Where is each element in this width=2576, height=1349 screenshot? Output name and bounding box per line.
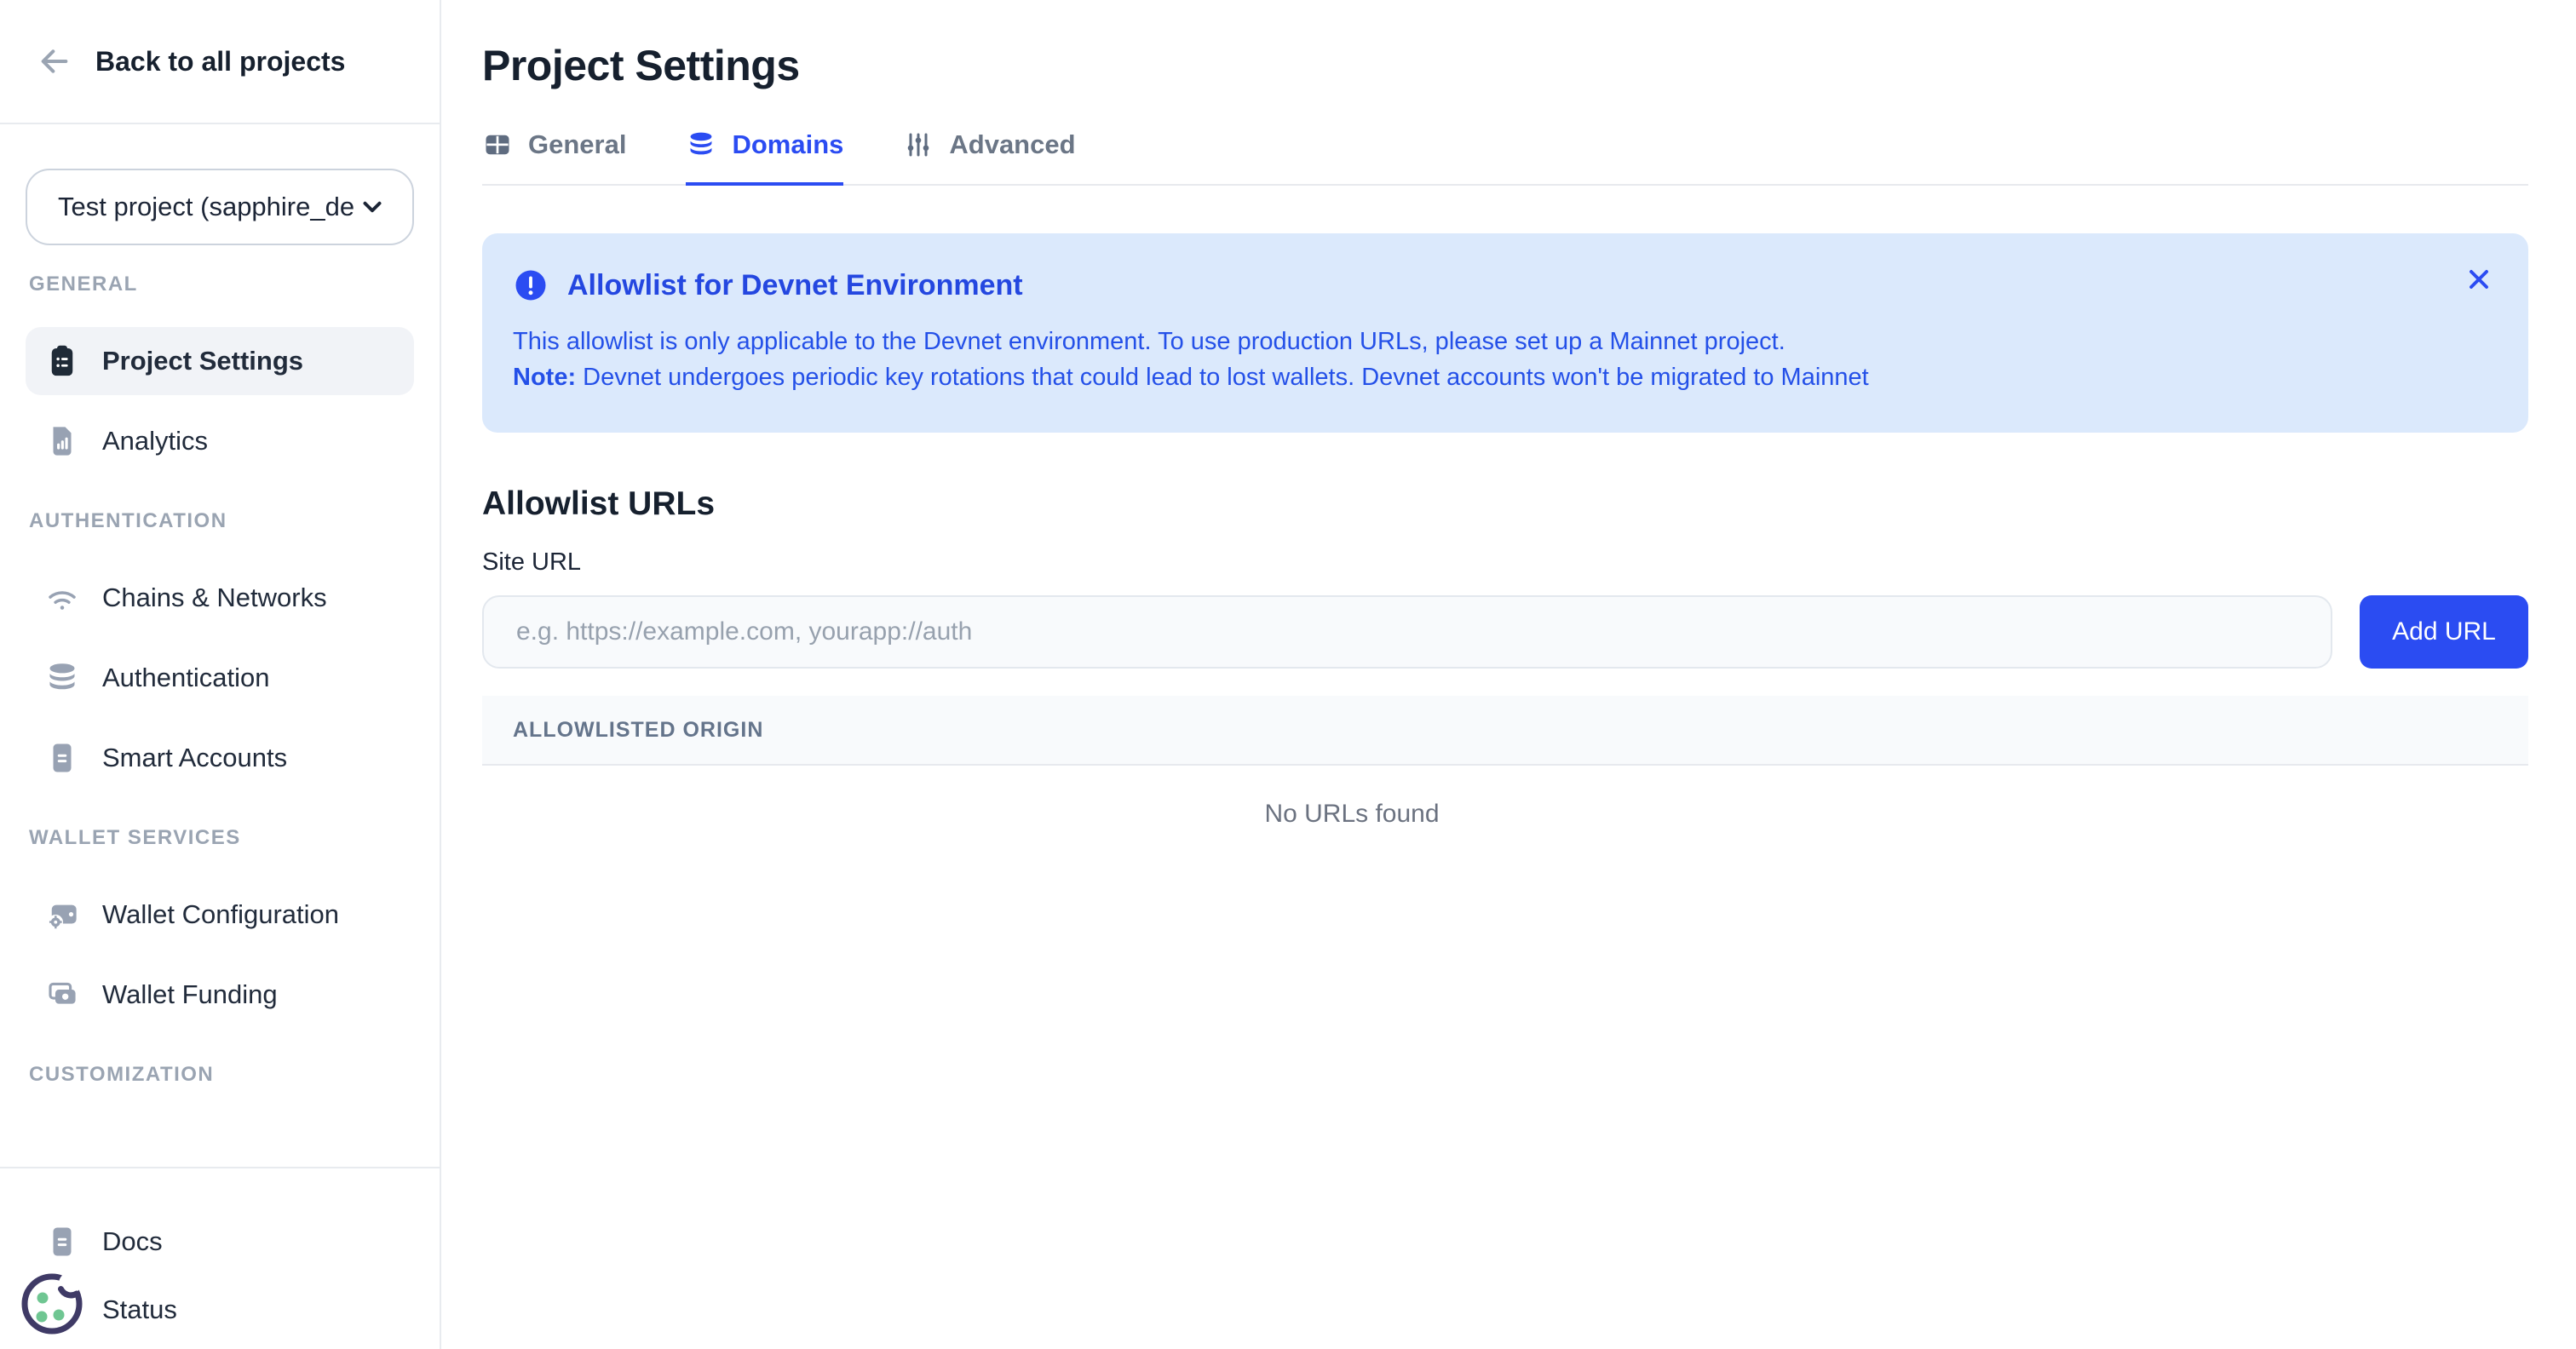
nav-section-authentication: AUTHENTICATION (26, 509, 414, 533)
banner-body: This allowlist is only applicable to the… (513, 324, 2498, 395)
sidebar-item-label: Smart Accounts (102, 743, 287, 773)
chevron-down-icon (358, 192, 387, 221)
sidebar-item-project-settings[interactable]: Project Settings (26, 327, 414, 395)
main-content: Project Settings General Domains Advance… (441, 0, 2576, 1349)
url-input-row: Add URL (482, 595, 2528, 669)
sidebar-item-branding[interactable]: Branding (26, 1117, 414, 1127)
allowlist-urls-heading: Allowlist URLs (482, 485, 2528, 523)
empty-state-message: No URLs found (482, 800, 2528, 829)
page-title: Project Settings (482, 41, 2528, 90)
nav-section-customization: CUSTOMIZATION (26, 1063, 414, 1087)
sidebar-item-label: Project Settings (102, 346, 303, 376)
banner-note-label: Note: (513, 364, 576, 391)
allowlist-table-header: ALLOWLISTED ORIGIN (482, 696, 2528, 766)
sidebar: Back to all projects Test project (sapph… (0, 0, 441, 1349)
document-icon (44, 1224, 80, 1260)
tab-general[interactable]: General (482, 129, 626, 186)
wallet-gear-icon (44, 897, 80, 933)
cookie-consent-widget[interactable] (17, 1267, 89, 1339)
database-icon (686, 129, 716, 160)
clipboard-icon (44, 343, 80, 379)
banner-title-row: Allowlist for Devnet Environment (513, 267, 2498, 303)
tab-advanced[interactable]: Advanced (903, 129, 1075, 186)
site-url-input[interactable] (482, 595, 2332, 669)
sidebar-item-authentication[interactable]: Authentication (26, 644, 414, 712)
sliders-icon (903, 129, 934, 160)
nav-section-wallet-services: WALLET SERVICES (26, 826, 414, 850)
banner-line-2: Note: Devnet undergoes periodic key rota… (513, 359, 2498, 395)
add-url-button[interactable]: Add URL (2360, 595, 2528, 669)
cookie-icon (17, 1267, 89, 1339)
sidebar-item-label: Wallet Configuration (102, 899, 339, 930)
devnet-allowlist-banner: Allowlist for Devnet Environment This al… (482, 233, 2528, 433)
back-to-projects-link[interactable]: Back to all projects (37, 44, 345, 78)
site-url-label: Site URL (482, 548, 2528, 577)
allowlisted-origin-column-header: ALLOWLISTED ORIGIN (513, 718, 763, 743)
sidebar-item-wallet-configuration[interactable]: Wallet Configuration (26, 881, 414, 949)
sidebar-item-label: Authentication (102, 663, 269, 693)
sidebar-item-label: Status (102, 1294, 177, 1325)
tab-domains[interactable]: Domains (686, 129, 843, 186)
wifi-icon (44, 580, 80, 616)
analytics-file-icon (44, 423, 80, 459)
back-link-label: Back to all projects (95, 46, 345, 77)
sidebar-item-smart-accounts[interactable]: Smart Accounts (26, 724, 414, 792)
table-grid-icon (482, 129, 513, 160)
sidebar-item-wallet-funding[interactable]: Wallet Funding (26, 961, 414, 1029)
tab-bar: General Domains Advanced (482, 129, 2528, 186)
database-icon (44, 660, 80, 696)
banner-title: Allowlist for Devnet Environment (567, 269, 1023, 302)
banner-note-text: Devnet undergoes periodic key rotations … (576, 364, 1869, 391)
sidebar-item-docs[interactable]: Docs (26, 1208, 414, 1276)
sidebar-item-chains-networks[interactable]: Chains & Networks (26, 564, 414, 632)
sidebar-item-label: Wallet Funding (102, 979, 278, 1010)
tab-label: Domains (732, 129, 843, 160)
sidebar-header: Back to all projects (0, 0, 440, 124)
sidebar-item-label: Docs (102, 1226, 163, 1257)
project-selector-dropdown[interactable]: Test project (sapphire_de (26, 169, 414, 245)
banner-close-button[interactable] (2462, 262, 2496, 296)
app-window: Back to all projects Test project (sapph… (0, 0, 2576, 1349)
sidebar-item-label: Analytics (102, 426, 208, 456)
alert-circle-icon (513, 267, 549, 303)
sidebar-item-label: Chains & Networks (102, 583, 327, 613)
project-selector-value: Test project (sapphire_de (58, 192, 354, 222)
document-icon (44, 740, 80, 776)
arrow-left-icon (37, 44, 72, 78)
banner-line-1: This allowlist is only applicable to the… (513, 324, 2498, 359)
sidebar-item-analytics[interactable]: Analytics (26, 407, 414, 475)
sidebar-nav: GENERAL Project Settings Analytics AUTHE… (0, 259, 440, 1127)
tab-label: General (528, 129, 626, 160)
nav-section-general: GENERAL (26, 273, 414, 296)
close-icon (2464, 264, 2494, 295)
banknotes-icon (44, 977, 80, 1013)
tab-label: Advanced (949, 129, 1075, 160)
